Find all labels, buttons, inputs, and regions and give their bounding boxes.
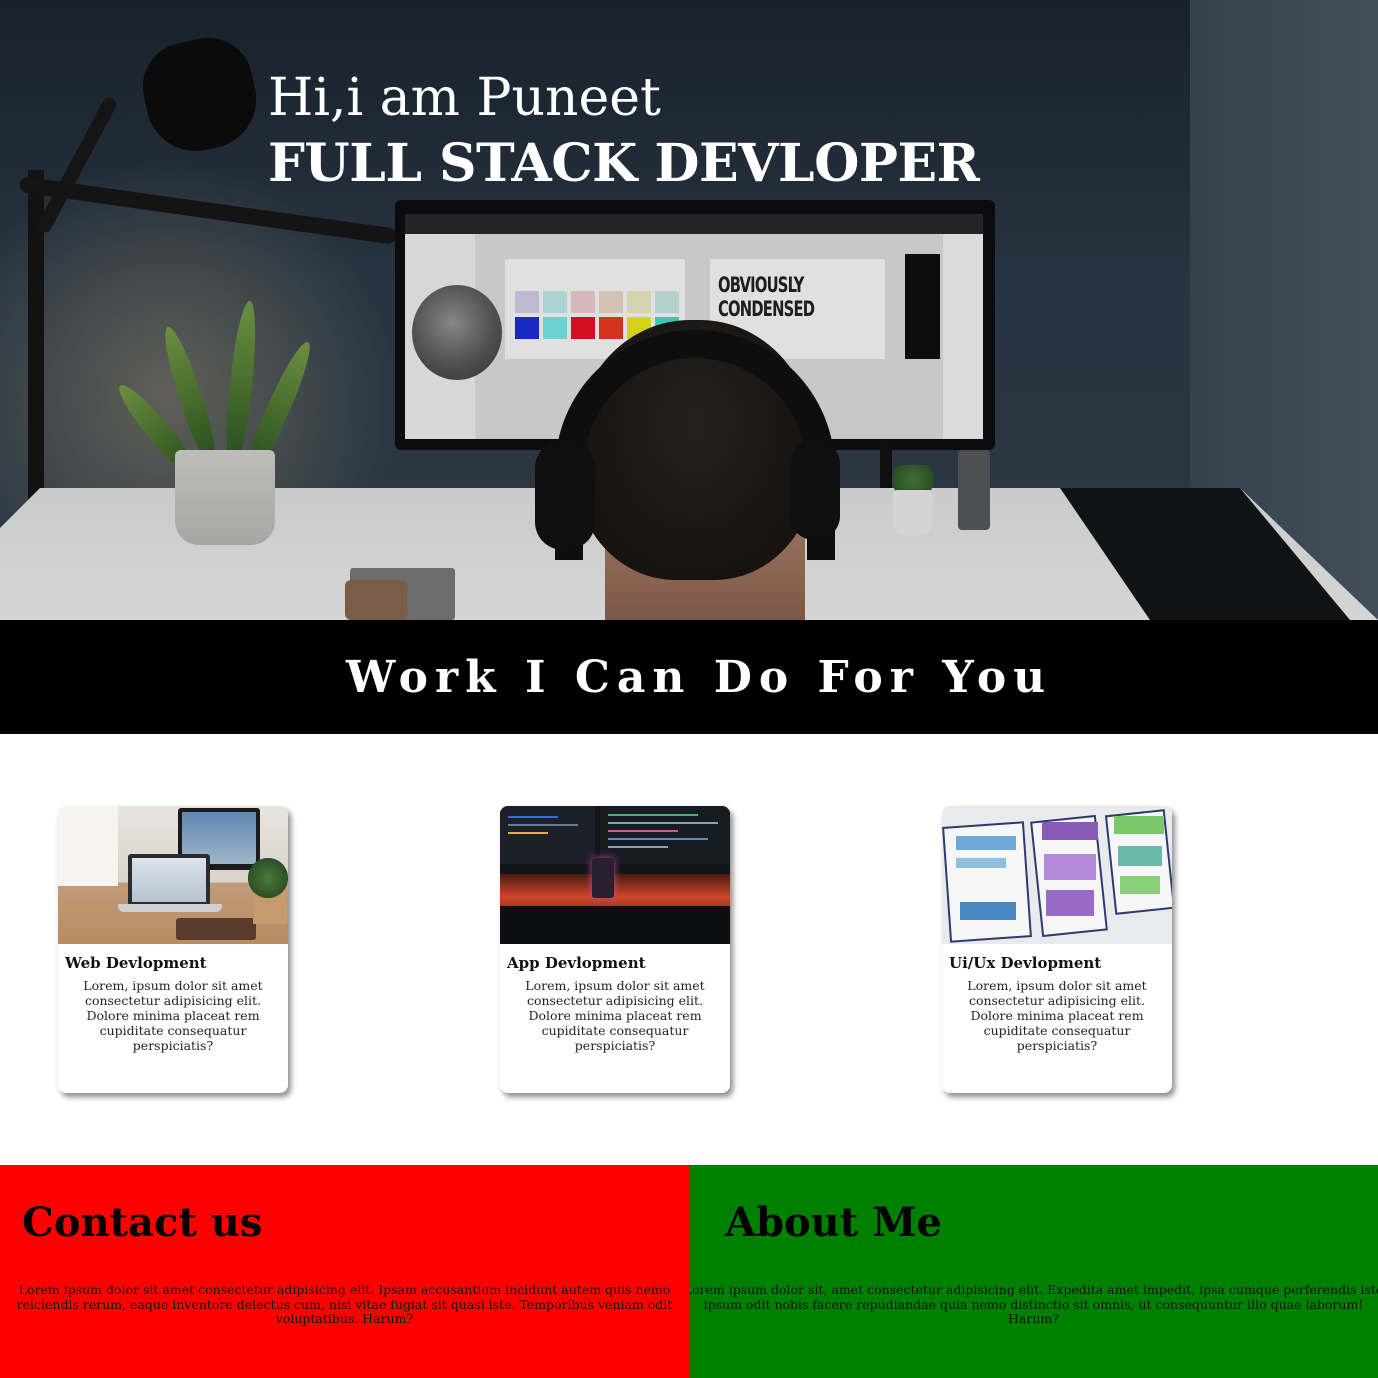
service-card-web[interactable]: Web Devlopment Lorem, ipsum dolor sit am… [58, 806, 288, 1093]
app-development-image [500, 806, 730, 944]
hero-overlay [0, 0, 1378, 620]
card-title: Ui/Ux Devlopment [949, 954, 1102, 972]
hero-role: FULL STACK DEVLOPER [268, 133, 980, 194]
about-text: Lorem ipsum dolor sit, amet consectetur … [689, 1282, 1378, 1326]
about-section: About Me Lorem ipsum dolor sit, amet con… [689, 1165, 1378, 1378]
hero-section: OBVIOUSLY CONDENSED Hi,i am Puneet FULL … [0, 0, 1378, 620]
card-description: Lorem, ipsum dolor sit amet consectetur … [967, 978, 1147, 1053]
about-title: About Me [725, 1199, 942, 1246]
service-card-app[interactable]: App Devlopment Lorem, ipsum dolor sit am… [500, 806, 730, 1093]
contact-section: Contact us Lorem ipsum dolor sit amet co… [0, 1165, 689, 1378]
services-banner: Work I Can Do For You [0, 620, 1378, 734]
card-title: Web Devlopment [65, 954, 207, 972]
card-description: Lorem, ipsum dolor sit amet consectetur … [525, 978, 705, 1053]
services-heading: Work I Can Do For You [345, 651, 1053, 703]
card-title: App Devlopment [507, 954, 646, 972]
web-development-image [58, 806, 288, 944]
uiux-development-image [942, 806, 1172, 944]
contact-text: Lorem ipsum dolor sit amet consectetur a… [16, 1282, 673, 1326]
card-description: Lorem, ipsum dolor sit amet consectetur … [83, 978, 263, 1053]
contact-title: Contact us [22, 1199, 263, 1246]
hero-greeting: Hi,i am Puneet [268, 68, 661, 128]
service-card-uiux[interactable]: Ui/Ux Devlopment Lorem, ipsum dolor sit … [942, 806, 1172, 1093]
